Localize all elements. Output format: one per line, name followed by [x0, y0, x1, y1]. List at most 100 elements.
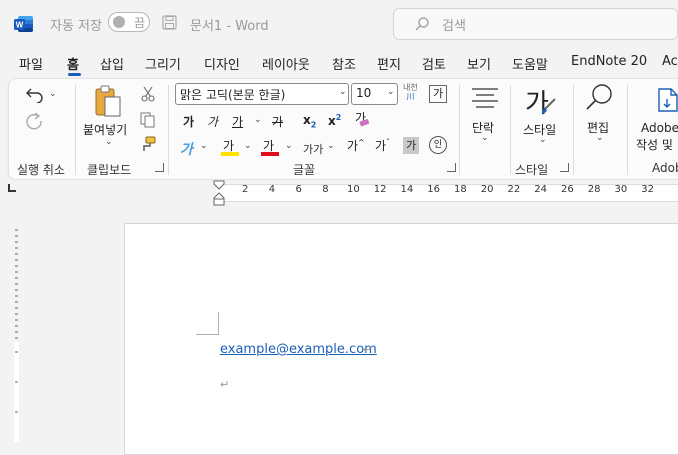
document-page[interactable]: [124, 223, 678, 455]
paragraph-icon[interactable]: [471, 87, 499, 111]
font-color-swatch: [261, 152, 279, 156]
email-hyperlink[interactable]: example@example.com: [220, 342, 377, 357]
ruler-number: 16: [427, 184, 440, 195]
tab-view[interactable]: 보기: [467, 54, 491, 73]
font-size-chevron-icon: ⌄: [387, 87, 395, 97]
search-icon: [415, 17, 429, 31]
italic-button[interactable]: 가: [207, 113, 218, 130]
title-bar: W 자동 저장 끔 문서1 - Word 검색: [0, 0, 678, 46]
editing-chevron-icon[interactable]: ⌄: [596, 133, 604, 143]
tab-design[interactable]: 디자인: [204, 54, 240, 73]
underline-button[interactable]: 가: [232, 113, 243, 130]
undo-icon[interactable]: [25, 85, 45, 103]
character-border-button[interactable]: 가: [429, 85, 447, 103]
ruler-number: 6: [295, 184, 302, 195]
bold-button[interactable]: 가: [183, 113, 194, 130]
tab-home[interactable]: 홈: [67, 54, 79, 73]
subscript-button[interactable]: x2: [303, 113, 316, 129]
tab-layout[interactable]: 레이아웃: [262, 54, 310, 73]
phonetic-guide-button[interactable]: 내천 川: [403, 83, 418, 101]
paste-dropdown-chevron-icon[interactable]: ⌄: [105, 137, 113, 147]
format-painter-icon[interactable]: [140, 136, 156, 152]
indent-marker-icon[interactable]: [212, 180, 226, 206]
paragraph-chevron-icon[interactable]: ⌄: [481, 133, 489, 143]
svg-text:W: W: [16, 21, 24, 30]
character-shading-button[interactable]: 가: [403, 137, 419, 154]
clipboard-dialog-launcher-icon[interactable]: [155, 163, 164, 172]
tab-help[interactable]: 도움말: [512, 54, 548, 73]
tab-review[interactable]: 검토: [422, 54, 446, 73]
tab-endnote[interactable]: EndNote 20: [571, 54, 647, 69]
autosave-toggle[interactable]: 끔: [108, 12, 150, 32]
font-color-button[interactable]: 가: [261, 135, 279, 157]
highlight-button[interactable]: 가: [221, 135, 239, 157]
undo-dropdown-chevron-icon[interactable]: ⌄: [49, 89, 57, 99]
tab-file[interactable]: 파일: [19, 54, 43, 73]
find-icon[interactable]: [584, 83, 614, 113]
tab-mailings[interactable]: 편지: [377, 54, 401, 73]
grow-font-button[interactable]: 가^: [347, 137, 365, 154]
word-logo-icon: W: [14, 16, 33, 32]
document-title: 문서1 - Word: [190, 15, 269, 34]
paste-icon[interactable]: [93, 85, 123, 119]
clear-formatting-button[interactable]: 가: [355, 109, 373, 129]
tab-draw[interactable]: 그리기: [145, 54, 181, 73]
autosave-label: 자동 저장: [50, 19, 102, 34]
active-tab-indicator: [68, 73, 81, 76]
cut-icon[interactable]: [141, 86, 155, 102]
tab-insert[interactable]: 삽입: [100, 54, 124, 73]
app-name: Word: [235, 19, 269, 34]
group-divider: [573, 85, 574, 175]
save-icon[interactable]: [162, 15, 177, 30]
styles-dialog-launcher-icon[interactable]: [560, 163, 569, 172]
ruler-number: 30: [614, 184, 628, 195]
doc-name: 문서1: [190, 19, 223, 34]
character-spacing-chevron-icon[interactable]: ⌄: [327, 141, 335, 151]
ruler-number: 10: [347, 184, 360, 195]
phonetic-guide-bottom: 川: [406, 92, 415, 101]
font-name-select[interactable]: 맑은 고딕(본문 한글): [175, 83, 349, 105]
ruler-number: 14: [400, 184, 414, 195]
grow-font-glyph: 가: [347, 139, 359, 153]
group-divider: [510, 85, 511, 175]
adobe-pdf-icon[interactable]: [657, 87, 678, 115]
strikethrough-button[interactable]: 가: [272, 113, 283, 130]
text-effects-chevron-icon[interactable]: ⌄: [200, 141, 208, 151]
tab-acrobat[interactable]: Ac: [662, 54, 678, 69]
shrink-font-glyph: 가: [375, 139, 387, 153]
character-spacing-button[interactable]: 가가: [303, 141, 323, 157]
text-effects-button[interactable]: 가: [180, 139, 193, 159]
highlight-chevron-icon[interactable]: ⌄: [244, 141, 252, 151]
tab-references[interactable]: 참조: [332, 54, 356, 73]
tab-selector-icon[interactable]: [8, 184, 16, 192]
adobe-create-label-2[interactable]: 작성 및: [636, 136, 673, 153]
search-placeholder: 검색: [442, 19, 466, 34]
copy-icon[interactable]: [140, 112, 156, 128]
superscript-mark: 2: [335, 113, 342, 122]
ruler-number: 28: [587, 184, 601, 195]
group-divider: [627, 85, 628, 175]
ruler-number: 4: [268, 184, 276, 195]
vertical-ruler: [0, 208, 22, 442]
adobe-create-label-1[interactable]: Adobe: [641, 121, 678, 135]
enclose-characters-button[interactable]: 인: [429, 136, 447, 154]
group-divider: [168, 85, 169, 175]
paragraph-mark: ↵: [220, 378, 230, 391]
styles-chevron-icon[interactable]: ⌄: [539, 135, 547, 145]
paste-label[interactable]: 붙여넣기: [83, 121, 127, 138]
ribbon-tabs: 파일 홈 삽입 그리기 디자인 레이아웃 참조 편지 검토 보기 도움말 End…: [0, 50, 678, 76]
title-separator: -: [226, 19, 232, 34]
shrink-font-button[interactable]: 가ˇ: [375, 137, 390, 154]
adobe-group-label: Adob: [652, 161, 678, 175]
undo-group-label: 실행 취소: [17, 163, 65, 177]
font-color-chevron-icon[interactable]: ⌄: [285, 141, 293, 151]
underline-dropdown-chevron-icon[interactable]: ⌄: [254, 115, 262, 125]
ruler-number: 26: [561, 184, 574, 195]
margin-corner-mark: [218, 312, 219, 335]
search-box[interactable]: 검색: [393, 8, 678, 40]
styles-group-label: 스타일: [515, 163, 549, 177]
superscript-button[interactable]: x2: [328, 113, 341, 128]
highlight-color-swatch: [221, 152, 239, 156]
font-dialog-launcher-icon[interactable]: [447, 163, 456, 172]
redo-icon[interactable]: [24, 111, 44, 131]
